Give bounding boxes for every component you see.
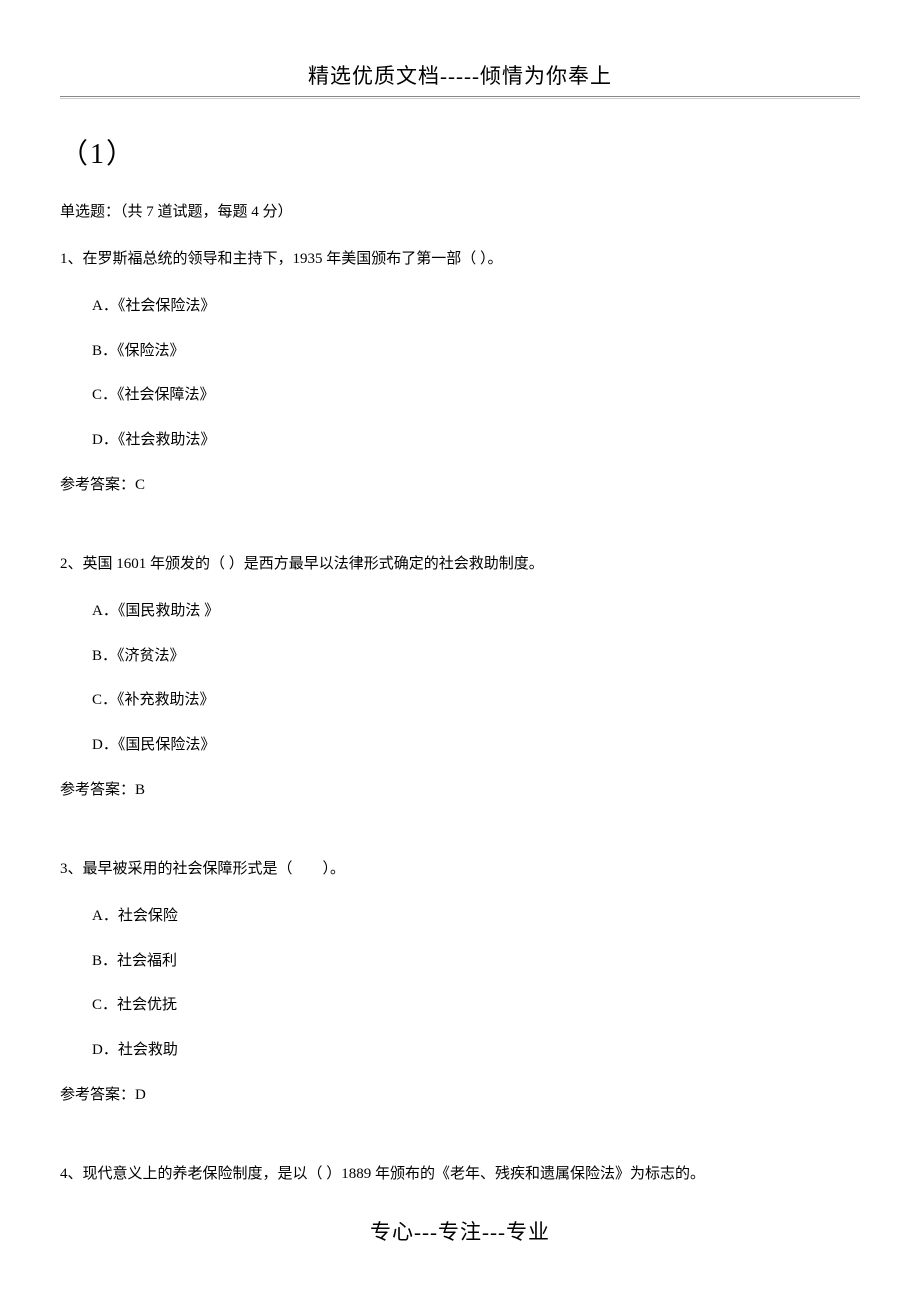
option-d: D．社会救助: [92, 1039, 860, 1062]
option-d: D．《国民保险法》: [92, 734, 860, 757]
option-b: B．《保险法》: [92, 340, 860, 363]
question-stem: 1、在罗斯福总统的领导和主持下，1935 年美国颁布了第一部（ ）。: [60, 247, 860, 271]
question-stem: 3、最早被采用的社会保障形式是（ ）。: [60, 857, 860, 881]
answer-text: 参考答案：B: [60, 778, 860, 799]
option-c: C．《社会保障法》: [92, 384, 860, 407]
page-header: 精选优质文档-----倾情为你奉上: [60, 60, 860, 96]
header-underline: [60, 96, 860, 97]
option-a: A．《国民救助法 》: [92, 600, 860, 623]
option-a: A．《社会保险法》: [92, 295, 860, 318]
option-c: C．社会优抚: [92, 994, 860, 1017]
option-d: D．《社会救助法》: [92, 429, 860, 452]
options-group: A．《国民救助法 》 B．《济贫法》 C．《补充救助法》 D．《国民保险法》: [60, 600, 860, 756]
question-stem: 4、现代意义上的养老保险制度，是以（ ）1889 年颁布的《老年、残疾和遗属保险…: [60, 1162, 860, 1186]
option-c: C．《补充救助法》: [92, 689, 860, 712]
section-instruction: 单选题：（共 7 道试题，每题 4 分）: [60, 200, 860, 221]
page-footer: 专心---专注---专业: [60, 1216, 860, 1246]
option-b: B．《济贫法》: [92, 645, 860, 668]
answer-text: 参考答案：D: [60, 1083, 860, 1104]
options-group: A．《社会保险法》 B．《保险法》 C．《社会保障法》 D．《社会救助法》: [60, 295, 860, 451]
question-stem: 2、英国 1601 年颁发的（ ）是西方最早以法律形式确定的社会救助制度。: [60, 552, 860, 576]
section-number: （1）: [60, 132, 860, 172]
options-group: A．社会保险 B．社会福利 C．社会优抚 D．社会救助: [60, 905, 860, 1061]
answer-text: 参考答案：C: [60, 473, 860, 494]
option-a: A．社会保险: [92, 905, 860, 928]
option-b: B．社会福利: [92, 950, 860, 973]
